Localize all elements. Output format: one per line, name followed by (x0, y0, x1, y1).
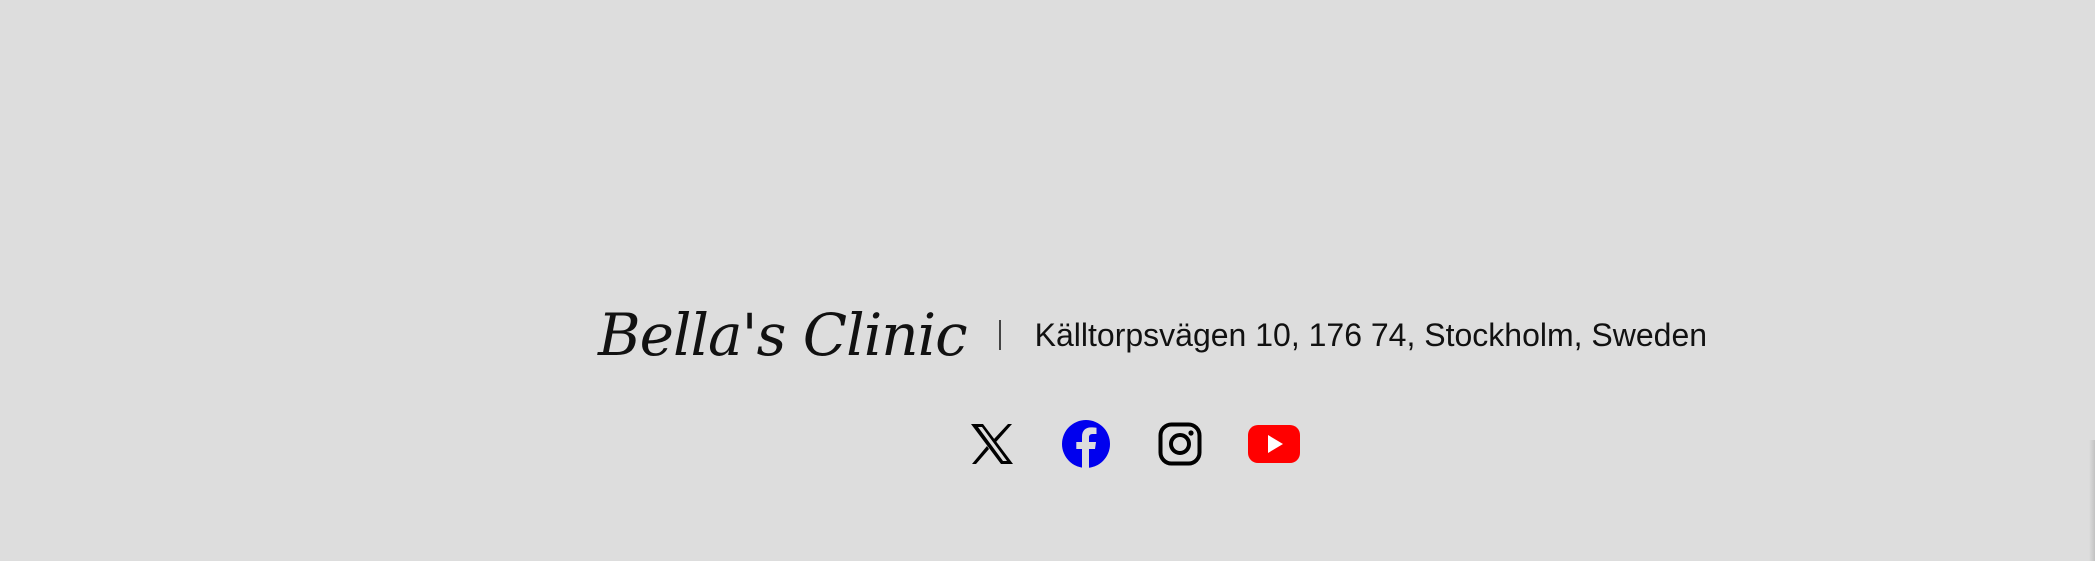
youtube-icon (1247, 424, 1301, 464)
instagram-link[interactable] (1154, 418, 1206, 470)
brand-row: Bella's Clinic Källtorpsvägen 10, 176 74… (598, 290, 1707, 380)
facebook-link[interactable] (1060, 418, 1112, 470)
clinic-address: Källtorpsvägen 10, 176 74, Stockholm, Sw… (1034, 316, 1708, 353)
clinic-logo[interactable]: Bella's Clinic (598, 306, 968, 364)
divider (998, 320, 1001, 350)
page-edge-shadow (2089, 440, 2095, 561)
youtube-link[interactable] (1248, 418, 1300, 470)
social-links (966, 418, 1300, 470)
x-icon (969, 423, 1015, 465)
instagram-icon (1158, 422, 1202, 466)
x-link[interactable] (966, 418, 1018, 470)
site-footer: Bella's Clinic Källtorpsvägen 10, 176 74… (0, 0, 2095, 561)
facebook-icon (1061, 419, 1111, 469)
